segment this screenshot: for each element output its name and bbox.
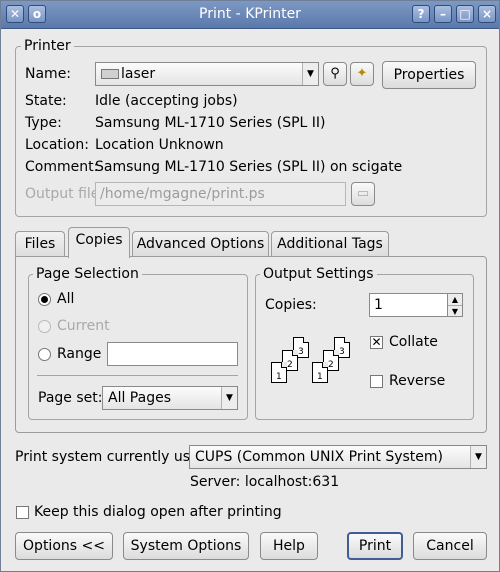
help-button[interactable]: Help <box>260 532 318 560</box>
properties-button[interactable]: Properties <box>382 61 476 89</box>
printer-group-title: Printer <box>21 38 74 54</box>
print-system-value: CUPS (Common UNIX Print System) <box>195 449 443 465</box>
spin-down-icon[interactable]: ▼ <box>448 305 462 316</box>
location-value: Location Unknown <box>95 137 224 153</box>
tab-files[interactable]: Files <box>15 231 65 257</box>
close-button[interactable]: × <box>478 5 496 23</box>
comment-label: Comment: <box>25 159 99 175</box>
magic-wand-icon: ✦ <box>356 66 368 81</box>
chevron-down-icon: ▼ <box>221 387 237 409</box>
print-system-label: Print system currently used: <box>15 449 213 465</box>
maximize-button[interactable]: □ <box>456 5 474 23</box>
radio-range-label: Range <box>57 346 102 362</box>
radio-all-label: All <box>57 291 75 307</box>
printer-name-combo[interactable]: laser ▼ <box>95 62 319 86</box>
page-icon: 1 <box>271 362 287 383</box>
location-label: Location: <box>25 137 89 153</box>
help-title-button[interactable]: ? <box>412 5 430 23</box>
cancel-button[interactable]: Cancel <box>413 532 487 560</box>
copies-input[interactable]: 1 <box>369 293 448 317</box>
collate-checkbox[interactable]: ✕ <box>370 336 383 349</box>
page-selection-title: Page Selection <box>33 266 142 282</box>
printer-icon <box>101 69 119 79</box>
printer-name-value: laser <box>121 66 156 82</box>
radio-current-label: Current <box>57 318 110 334</box>
collate-label: Collate <box>389 334 438 350</box>
printer-tool-button[interactable]: ⚲ <box>323 62 347 86</box>
page-set-combo[interactable]: All Pages ▼ <box>102 386 238 410</box>
wizard-button[interactable]: ✦ <box>350 62 374 86</box>
state-value: Idle (accepting jobs) <box>95 93 238 109</box>
output-file-label: Output file: <box>25 186 105 202</box>
radio-all[interactable] <box>38 293 51 306</box>
radio-range[interactable] <box>38 348 51 361</box>
reverse-label: Reverse <box>389 373 446 389</box>
printer-name-label: Name: <box>25 66 72 82</box>
print-dialog-window: ✕ o Print - KPrinter ? – □ × Printer Nam… <box>0 0 500 572</box>
browse-file-button[interactable]: ▭ <box>351 182 375 206</box>
type-label: Type: <box>25 115 62 131</box>
comment-value: Samsung ML-1710 Series (SPL II) on sciga… <box>95 159 403 175</box>
wrench-icon: ⚲ <box>330 66 340 81</box>
page-icon: 1 <box>312 362 328 383</box>
print-button[interactable]: Print <box>347 532 403 560</box>
type-value: Samsung ML-1710 Series (SPL II) <box>95 115 326 131</box>
copies-label: Copies: <box>265 297 317 313</box>
tab-advanced-options[interactable]: Advanced Options <box>132 231 269 257</box>
system-options-button[interactable]: System Options <box>123 532 249 560</box>
output-file-input[interactable]: /home/mgagne/print.ps <box>95 182 346 206</box>
options-button[interactable]: Options << <box>15 532 113 560</box>
spin-up-icon[interactable]: ▲ <box>448 294 462 305</box>
copies-spinner[interactable]: ▲ ▼ <box>447 293 463 317</box>
reverse-checkbox[interactable] <box>370 375 383 388</box>
tab-additional-tags[interactable]: Additional Tags <box>271 231 389 257</box>
chevron-down-icon: ▼ <box>302 63 318 85</box>
state-label: State: <box>25 93 67 109</box>
title-bar[interactable]: ✕ o Print - KPrinter ? – □ × <box>1 1 499 29</box>
page-set-value: All Pages <box>108 390 171 406</box>
range-input[interactable] <box>107 342 238 366</box>
minimize-button[interactable]: – <box>434 5 452 23</box>
keep-open-label: Keep this dialog open after printing <box>34 504 282 520</box>
page-selection-divider <box>37 375 238 376</box>
tab-copies[interactable]: Copies <box>68 227 130 258</box>
page-set-label: Page set: <box>38 390 103 406</box>
server-info: Server: localhost:631 <box>190 474 340 490</box>
print-system-combo[interactable]: CUPS (Common UNIX Print System) ▼ <box>189 445 487 469</box>
folder-icon: ▭ <box>356 186 370 201</box>
chevron-down-icon: ▼ <box>470 446 486 468</box>
output-settings-title: Output Settings <box>260 266 377 282</box>
keep-open-checkbox[interactable] <box>16 506 29 519</box>
radio-current[interactable] <box>38 320 51 333</box>
